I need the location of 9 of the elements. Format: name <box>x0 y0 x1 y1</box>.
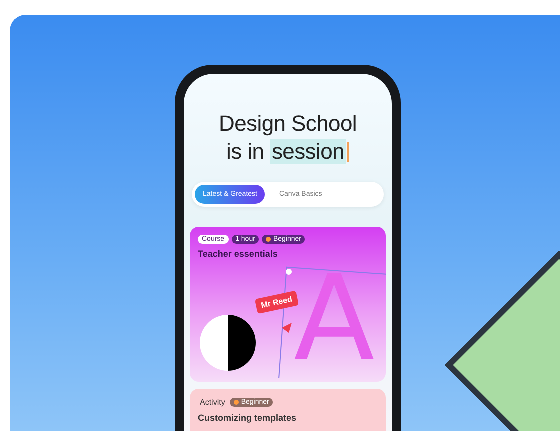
headline-line: Design School <box>218 110 358 138</box>
category-label: Activity <box>199 397 226 408</box>
half-circle-icon <box>200 315 256 371</box>
cursor-icon <box>282 323 292 333</box>
resize-handle[interactable] <box>286 269 292 275</box>
headline-line: is in session <box>184 138 392 166</box>
card-title: Customizing templates <box>198 413 298 423</box>
card-title: Teacher essentials <box>198 249 279 259</box>
name-tag: Mr Reed <box>254 290 299 314</box>
